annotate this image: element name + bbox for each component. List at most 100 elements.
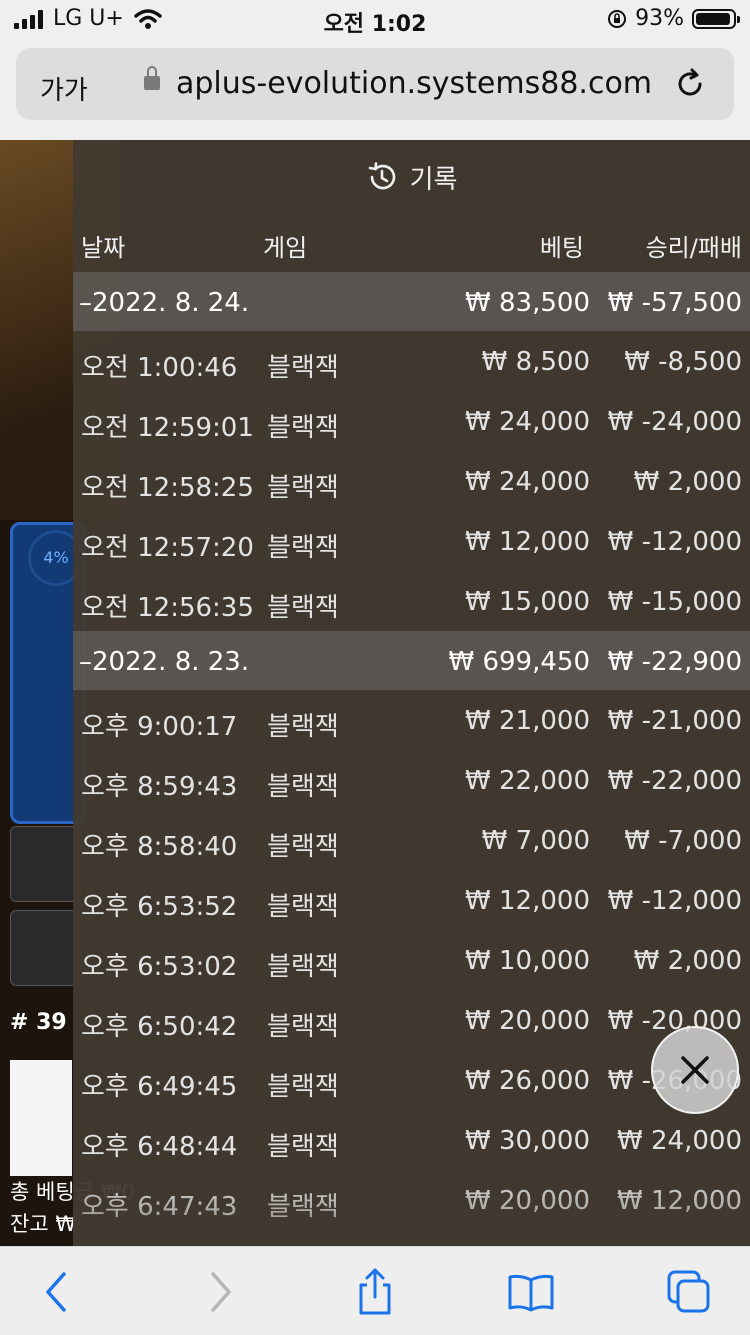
- tabs-icon: [667, 1270, 710, 1313]
- row-bet: ₩ 8,500: [481, 347, 590, 377]
- row-bet: ₩ 12,000: [465, 886, 590, 916]
- row-result: ₩ -22,000: [607, 766, 742, 796]
- row-game: 블랙잭: [267, 712, 339, 742]
- history-row[interactable]: 오후 6:53:02 블랙잭 ₩ 10,000 ₩ 2,000: [73, 930, 750, 990]
- row-game: 블랙잭: [267, 832, 339, 862]
- row-bet: ₩ 12,000: [465, 527, 590, 557]
- url-text[interactable]: aplus-evolution.systems88.com: [176, 66, 652, 101]
- history-row[interactable]: 오후 6:47:43 블랙잭 ₩ 20,000 ₩ 12,000: [73, 1170, 750, 1230]
- row-time: 오후 6:47:43: [81, 1192, 238, 1222]
- forward-button[interactable]: [195, 1267, 245, 1317]
- group-date: –2022. 8. 24.: [79, 288, 250, 318]
- row-bet: ₩ 24,000: [465, 407, 590, 437]
- row-result: ₩ 12,000: [617, 1186, 742, 1216]
- row-bet: ₩ 7,000: [481, 826, 590, 856]
- row-bet: ₩ 20,000: [465, 1006, 590, 1036]
- row-time: 오전 12:58:25: [81, 473, 254, 503]
- history-row[interactable]: 오전 12:59:01 블랙잭 ₩ 24,000 ₩ -24,000: [73, 391, 750, 451]
- history-row[interactable]: 오전 12:58:25 블랙잭 ₩ 24,000 ₩ 2,000: [73, 451, 750, 511]
- bookmarks-icon: [508, 1274, 554, 1312]
- group-result: ₩ -22,900: [607, 647, 742, 677]
- panel-header: 기록: [73, 140, 750, 214]
- history-row[interactable]: 오후 6:53:52 블랙잭 ₩ 12,000 ₩ -12,000: [73, 870, 750, 930]
- tabs-button[interactable]: [664, 1267, 714, 1317]
- row-time: 오전 1:00:46: [81, 353, 238, 383]
- row-game: 블랙잭: [267, 353, 339, 383]
- history-row[interactable]: 오후 6:49:45 블랙잭 ₩ 26,000 ₩ -26,000: [73, 1050, 750, 1110]
- row-time: 오후 8:58:40: [81, 832, 238, 862]
- history-panel: 기록 날짜 게임 베팅 승리/패배 –2022. 8. 24. ₩ 83,500…: [73, 140, 750, 1246]
- road-map: [10, 1060, 72, 1176]
- history-row[interactable]: 오후 8:58:40 블랙잭 ₩ 7,000 ₩ -7,000: [73, 810, 750, 870]
- close-icon: [681, 1056, 709, 1084]
- reload-icon[interactable]: [672, 66, 708, 102]
- row-time: 오전 12:57:20: [81, 533, 254, 563]
- row-time: 오전 12:56:35: [81, 593, 254, 623]
- history-row[interactable]: 오후 8:59:43 블랙잭 ₩ 22,000 ₩ -22,000: [73, 750, 750, 810]
- share-icon: [359, 1268, 391, 1315]
- row-result: ₩ 2,000: [633, 467, 742, 497]
- row-time: 오후 6:50:42: [81, 1012, 238, 1042]
- row-game: 블랙잭: [267, 1012, 339, 1042]
- history-row[interactable]: 오전 12:56:35 블랙잭 ₩ 15,000 ₩ -15,000: [73, 571, 750, 631]
- row-result: ₩ 2,000: [633, 946, 742, 976]
- row-result: ₩ -24,000: [607, 407, 742, 437]
- row-game: 블랙잭: [267, 1072, 339, 1102]
- history-row[interactable]: 오전 12:57:20 블랙잭 ₩ 12,000 ₩ -12,000: [73, 511, 750, 571]
- back-icon: [46, 1272, 66, 1312]
- column-headers: 날짜 게임 베팅 승리/패배: [73, 214, 750, 272]
- status-right: 93%: [607, 6, 740, 31]
- row-time: 오전 12:59:01: [81, 413, 254, 443]
- row-time: 오후 6:49:45: [81, 1072, 238, 1102]
- history-row[interactable]: 오전 1:00:46 블랙잭 ₩ 8,500 ₩ -8,500: [73, 331, 750, 391]
- history-row[interactable]: 오후 6:48:44 블랙잭 ₩ 30,000 ₩ 24,000: [73, 1110, 750, 1170]
- bookmarks-button[interactable]: [506, 1267, 556, 1317]
- rotation-lock-icon: [608, 9, 627, 28]
- back-button[interactable]: [32, 1267, 82, 1317]
- row-result: ₩ -12,000: [607, 527, 742, 557]
- header-result: 승리/패배: [645, 234, 742, 262]
- row-time: 오후 9:00:17: [81, 712, 238, 742]
- group-result: ₩ -57,500: [607, 288, 742, 318]
- round-number: # 39: [10, 1010, 67, 1035]
- row-bet: ₩ 30,000: [465, 1126, 590, 1156]
- row-game: 블랙잭: [267, 1132, 339, 1162]
- header-date: 날짜: [81, 234, 126, 262]
- row-bet: ₩ 10,000: [465, 946, 590, 976]
- row-game: 블랙잭: [267, 473, 339, 503]
- battery-icon: [692, 8, 740, 29]
- history-row[interactable]: 오후 9:00:17 블랙잭 ₩ 21,000 ₩ -21,000: [73, 690, 750, 750]
- row-result: ₩ -12,000: [607, 886, 742, 916]
- header-game: 게임: [263, 234, 308, 262]
- forward-icon: [211, 1272, 231, 1312]
- address-bar[interactable]: 가가 aplus-evolution.systems88.com: [16, 48, 734, 120]
- row-result: ₩ -21,000: [607, 706, 742, 736]
- close-button[interactable]: [651, 1026, 739, 1114]
- status-bar: LG U+ 오전 1:02 93%: [0, 0, 750, 40]
- side-button-2[interactable]: [10, 910, 82, 986]
- row-bet: ₩ 15,000: [465, 587, 590, 617]
- panel-title: 기록: [409, 164, 458, 195]
- history-row[interactable]: 오후 6:50:42 블랙잭 ₩ 20,000 ₩ -20,000: [73, 990, 750, 1050]
- share-button[interactable]: [350, 1267, 400, 1317]
- row-bet: ₩ 22,000: [465, 766, 590, 796]
- browser-toolbar: [0, 1246, 750, 1335]
- row-game: 블랙잭: [267, 1192, 339, 1222]
- row-time: 오후 6:53:02: [81, 952, 238, 982]
- row-game: 블랙잭: [267, 892, 339, 922]
- lock-icon: [144, 66, 160, 90]
- balance: 잔고 ₩: [10, 1212, 77, 1236]
- row-result: ₩ -7,000: [624, 826, 742, 856]
- group-bet: ₩ 699,450: [448, 647, 591, 677]
- text-size-button[interactable]: 가가: [40, 70, 88, 107]
- row-result: ₩ 24,000: [617, 1126, 742, 1156]
- row-bet: ₩ 21,000: [465, 706, 590, 736]
- row-time: 오후 6:48:44: [81, 1132, 238, 1162]
- row-game: 블랙잭: [267, 593, 339, 623]
- header-bet: 베팅: [539, 234, 584, 262]
- date-group-row[interactable]: –2022. 8. 24. ₩ 83,500 ₩ -57,500: [73, 272, 750, 331]
- row-time: 오후 6:53:52: [81, 892, 238, 922]
- side-button-1[interactable]: [10, 826, 82, 902]
- date-group-row[interactable]: –2022. 8. 23. ₩ 699,450 ₩ -22,900: [73, 631, 750, 690]
- row-result: ₩ -8,500: [624, 347, 742, 377]
